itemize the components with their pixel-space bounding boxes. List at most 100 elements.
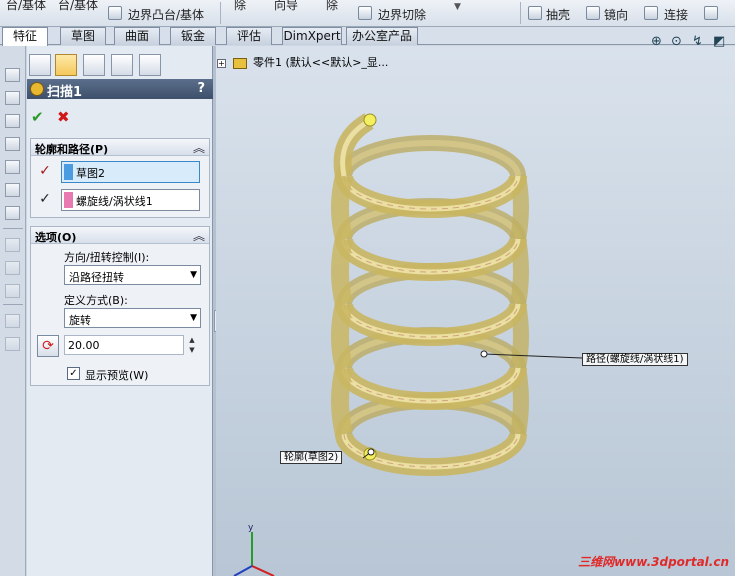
mirror-icon[interactable] (586, 6, 600, 20)
group-title: 选项(O) (35, 231, 77, 244)
coil-front (335, 175, 527, 218)
dimxpert-manager-tab-icon[interactable] (111, 54, 133, 76)
path-callout[interactable]: 路径(螺旋线/涡状线1) (582, 353, 688, 366)
loft-icon[interactable] (5, 137, 20, 151)
part-name: 零件1 (默认<<默认>_显... (253, 56, 389, 69)
sweep-icon[interactable] (5, 114, 20, 128)
axis-y-label: y (248, 523, 254, 533)
ribbon-item-boundary-boss[interactable]: 边界凸台/基体 (128, 6, 204, 23)
manager-tabs (27, 54, 213, 78)
graphics-viewport[interactable]: y + 零件1 (默认<<默认>_显... ⊕ ⊙ ↯ ◩ 路径(螺旋线/涡状线… (216, 34, 735, 576)
ribbon-item-cut[interactable]: 除 (234, 0, 246, 13)
ribbon-separator (520, 2, 521, 24)
section-view-icon[interactable]: ◩ (713, 34, 725, 49)
cancel-button[interactable]: ✖ (57, 108, 70, 126)
reference-geometry-icon[interactable] (5, 261, 20, 275)
instant3d-icon[interactable] (5, 314, 20, 328)
configuration-manager-tab-icon[interactable] (83, 54, 105, 76)
help-button[interactable]: ? (197, 81, 205, 96)
draft-icon[interactable] (5, 238, 20, 252)
toolbar-separator (3, 304, 23, 305)
tab-features[interactable]: 特征 (2, 27, 48, 46)
profile-value: 草图2 (76, 167, 105, 180)
define-by-select[interactable]: 旋转 ▼ (64, 308, 201, 328)
chevron-up-icon[interactable]: ︽ (193, 139, 205, 156)
feature-tree-flyout[interactable]: + 零件1 (默认<<默认>_显... (217, 54, 388, 70)
linear-pattern-icon[interactable] (5, 337, 20, 351)
property-manager-title-bar: 扫描1 ? (27, 79, 213, 100)
coil-front (335, 303, 527, 346)
dropdown-arrow-icon: ▼ (190, 270, 197, 280)
tab-office-products[interactable]: 办公室产品 (346, 27, 418, 45)
revolve-icon[interactable] (5, 91, 20, 105)
orientation-value: 沿路径扭转 (69, 271, 124, 284)
sweep-feature-icon (30, 82, 44, 96)
orientation-select[interactable]: 沿路径扭转 ▼ (64, 265, 201, 285)
chevron-down-icon[interactable]: ▼ (454, 2, 461, 12)
expand-icon[interactable]: + (217, 58, 226, 68)
toolbar-separator (3, 228, 23, 229)
group-header[interactable]: 选项(O) ︽ (31, 227, 209, 244)
angle-input[interactable]: 20.00 (64, 335, 184, 355)
fillet-icon[interactable] (5, 160, 20, 174)
ribbon-item-boss-base-2[interactable]: 台/基体 (58, 0, 98, 13)
angle-spinner[interactable]: ▲ ▼ (186, 335, 198, 355)
curves-icon[interactable] (5, 284, 20, 298)
property-manager: 扫描1 ? ✔ ✖ 轮廓和路径(P) ︽ ✓ 草图2 ✓ 螺旋线/涡状线1 选项… (27, 46, 213, 576)
rib-icon[interactable] (5, 206, 20, 220)
coil-back (336, 135, 526, 177)
profile-selection-icon: ✓ (39, 163, 51, 179)
property-manager-tab-icon[interactable] (55, 54, 77, 76)
chamfer-icon[interactable] (5, 183, 20, 197)
extrude-icon[interactable] (5, 68, 20, 82)
ok-button[interactable]: ✔ (31, 108, 44, 126)
profile-selection-row: ✓ 草图2 (36, 161, 206, 183)
group-header[interactable]: 轮廓和路径(P) ︽ (31, 139, 209, 156)
command-manager-ribbon: 台/基体 台/基体 边界凸台/基体 除 向导 除 边界切除 ▼ 抽壳 镜向 连接 (0, 0, 735, 27)
ribbon-separator (220, 2, 221, 24)
path-anchor-point (480, 350, 488, 358)
feature-title: 扫描1 (47, 85, 83, 100)
tab-surfaces[interactable]: 曲面 (114, 27, 160, 45)
delete-icon[interactable] (704, 6, 718, 20)
previous-view-icon[interactable]: ↯ (692, 34, 703, 49)
display-manager-tab-icon[interactable] (139, 54, 161, 76)
ribbon-item-boss-base[interactable]: 台/基体 (6, 0, 46, 13)
ribbon-item-mirror[interactable]: 镜向 (604, 6, 628, 23)
show-preview-label: 显示预览(W) (85, 369, 149, 382)
zoom-area-icon[interactable]: ⊙ (671, 34, 682, 49)
join-icon[interactable] (644, 6, 658, 20)
orientation-label: 方向/扭转控制(I): (64, 251, 150, 264)
ribbon-item-join[interactable]: 连接 (664, 6, 688, 23)
path-value: 螺旋线/涡状线1 (76, 195, 153, 208)
angle-value: 20.00 (68, 339, 100, 352)
profile-callout[interactable]: 轮廓(草图2) (280, 451, 343, 464)
ribbon-item-boundary-cut[interactable]: 边界切除 (378, 6, 426, 23)
chevron-up-icon[interactable]: ︽ (193, 227, 205, 244)
profile-anchor-point (367, 448, 375, 456)
ribbon-item-wizard[interactable]: 向导 (274, 0, 298, 13)
tab-sheet-metal[interactable]: 钣金 (170, 27, 216, 45)
helix-sweep-model[interactable]: y (216, 46, 735, 576)
profile-color-swatch (64, 164, 73, 180)
define-by-value: 旋转 (69, 314, 91, 327)
tab-sketch[interactable]: 草图 (60, 27, 106, 45)
boundary-boss-icon[interactable] (108, 6, 122, 20)
options-group: 选项(O) ︽ 方向/扭转控制(I): 沿路径扭转 ▼ 定义方式(B): 旋转 … (30, 226, 210, 386)
path-selection-row: ✓ 螺旋线/涡状线1 (36, 189, 206, 211)
reverse-direction-button[interactable]: ⟳ (37, 335, 59, 357)
zoom-to-fit-icon[interactable]: ⊕ (651, 34, 662, 49)
feature-manager-tab-icon[interactable] (29, 54, 51, 76)
show-preview-checkbox[interactable]: ✓ (67, 367, 80, 380)
ribbon-item-cut-2[interactable]: 除 (326, 0, 338, 13)
define-by-label: 定义方式(B): (64, 294, 128, 307)
shell-icon[interactable] (528, 6, 542, 20)
profile-selection-box[interactable]: 草图2 (61, 161, 200, 183)
path-selection-box[interactable]: 螺旋线/涡状线1 (61, 189, 200, 211)
watermark: 三维网www.3dportal.cn (578, 555, 729, 569)
coil-front (335, 238, 527, 281)
tab-dimxpert[interactable]: DimXpert (282, 27, 342, 45)
boundary-cut-icon[interactable] (358, 6, 372, 20)
tab-evaluate[interactable]: 评估 (226, 27, 272, 45)
ribbon-item-shell[interactable]: 抽壳 (546, 6, 570, 23)
